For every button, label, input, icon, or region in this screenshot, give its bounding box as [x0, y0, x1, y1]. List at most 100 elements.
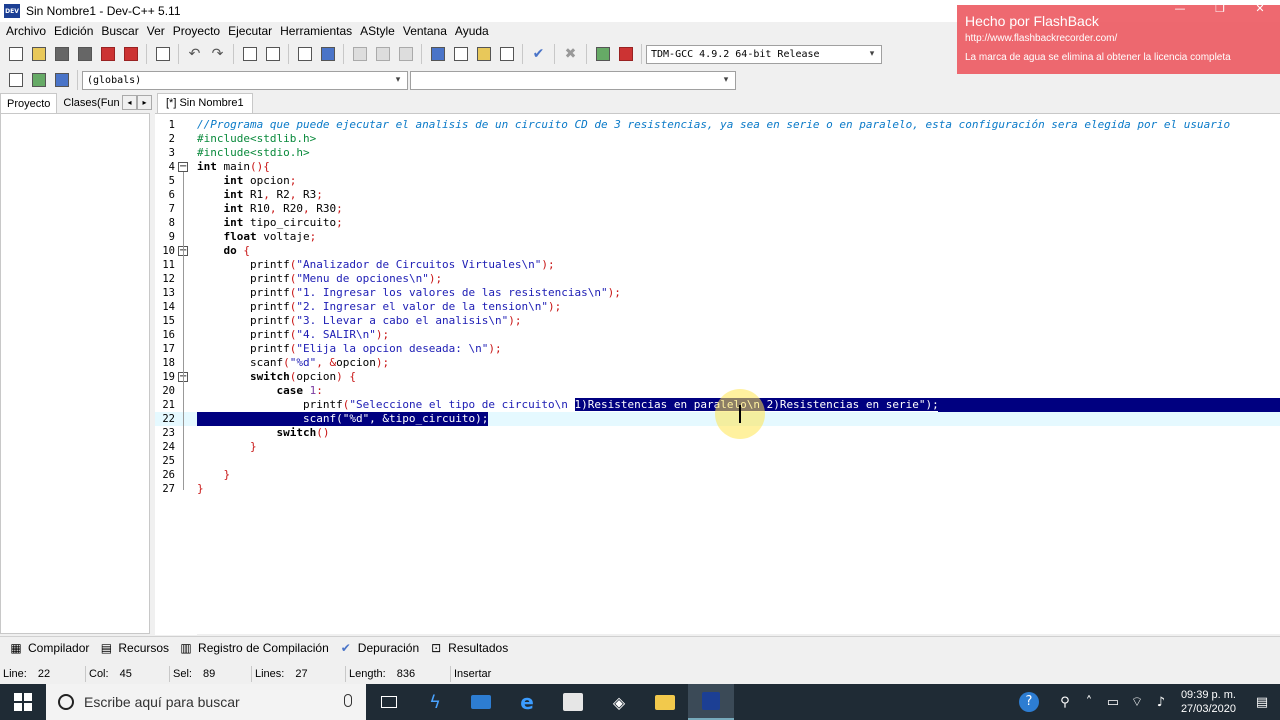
new-file-button[interactable] — [5, 43, 27, 65]
tab-resultados[interactable]: ⊡ Resultados — [424, 638, 513, 658]
code-line[interactable]: 20 case 1: — [155, 384, 1280, 398]
code-line[interactable]: 7 int R10, R20, R30; — [155, 202, 1280, 216]
network-icon[interactable]: ⌔ — [1125, 694, 1149, 710]
compile-button[interactable] — [427, 43, 449, 65]
menu-ayuda[interactable]: Ayuda — [451, 22, 493, 41]
taskbar-search[interactable]: Escribe aquí para buscar — [46, 684, 366, 720]
code-line[interactable]: 5 int opcion; — [155, 174, 1280, 188]
tab-proyecto[interactable]: Proyecto — [0, 93, 58, 113]
goto-definition-button[interactable] — [51, 69, 73, 91]
start-button[interactable] — [0, 684, 46, 720]
code-line[interactable]: 2 #include<stdlib.h> — [155, 132, 1280, 146]
code-line[interactable]: 8 int tipo_circuito; — [155, 216, 1280, 230]
tab-registro[interactable]: ▥ Registro de Compilación — [174, 638, 334, 658]
tab-compilador[interactable]: ▦ Compilador — [4, 638, 94, 658]
goto-button[interactable] — [317, 43, 339, 65]
task-view-button[interactable] — [366, 684, 412, 720]
clock[interactable]: 09:39 p. m. 27/03/2020 — [1173, 688, 1244, 716]
volume-icon[interactable]: ♪ — [1149, 695, 1173, 710]
toggle-bookmark-button[interactable] — [395, 43, 417, 65]
member-select[interactable]: ▾ — [410, 70, 736, 90]
line-number: 23 — [162, 427, 175, 439]
menu-astyle[interactable]: AStyle — [356, 22, 399, 41]
code-line[interactable]: 27} — [155, 482, 1280, 496]
redo-button[interactable]: ↷ — [207, 43, 229, 65]
goto-declaration-button[interactable] — [28, 69, 50, 91]
battery-icon[interactable]: ▭ — [1101, 695, 1125, 710]
app-flashback[interactable]: ϟ — [412, 684, 458, 720]
notifications-icon[interactable]: ▤ — [1244, 695, 1280, 710]
class-browser-button[interactable] — [5, 69, 27, 91]
save-button[interactable] — [51, 43, 73, 65]
app-mail[interactable] — [458, 684, 504, 720]
code-editor[interactable]: 1 //Programa que puede ejecutar el analis… — [155, 113, 1280, 635]
chevron-left-icon[interactable]: ◂ — [122, 95, 137, 110]
chevron-up-icon[interactable]: ˄ — [1077, 695, 1101, 710]
help-icon[interactable]: ? — [1018, 692, 1039, 712]
project-tree[interactable] — [0, 113, 150, 634]
code-line[interactable]: 18 scanf("%d", &opcion); — [155, 356, 1280, 370]
toggle-view-button[interactable] — [294, 43, 316, 65]
menu-ver[interactable]: Ver — [143, 22, 169, 41]
save-all-button[interactable] — [74, 43, 96, 65]
code-line[interactable]: 26 } — [155, 468, 1280, 482]
chevron-right-icon[interactable]: ▸ — [137, 95, 152, 110]
compile-run-button[interactable] — [473, 43, 495, 65]
app-dropbox[interactable]: ◈ — [596, 684, 642, 720]
unindent-button[interactable] — [372, 43, 394, 65]
menu-edicion[interactable]: Edición — [50, 22, 97, 41]
code-line[interactable]: 14 printf("2. Ingresar el valor de la te… — [155, 300, 1280, 314]
run-button[interactable] — [450, 43, 472, 65]
code-line[interactable]: 11 printf("Analizador de Circuitos Virtu… — [155, 258, 1280, 272]
indent-button[interactable] — [349, 43, 371, 65]
code-line[interactable]: 17 printf("Elija la opcion deseada: \n")… — [155, 342, 1280, 356]
find-button[interactable] — [239, 43, 261, 65]
scope-select[interactable]: (globals) ▾ — [82, 70, 408, 90]
undo-button[interactable]: ↶ — [184, 43, 206, 65]
stop-button[interactable]: ✖ — [560, 43, 582, 65]
maximize-icon[interactable]: ❐ — [1200, 2, 1240, 15]
close-file-button[interactable] — [97, 43, 119, 65]
people-icon[interactable]: ⚲ — [1053, 695, 1077, 710]
rebuild-button[interactable] — [496, 43, 518, 65]
menu-herramientas[interactable]: Herramientas — [276, 22, 356, 41]
code-line[interactable]: 10− do { — [155, 244, 1280, 258]
open-file-button[interactable] — [28, 43, 50, 65]
app-store[interactable] — [550, 684, 596, 720]
tab-sin-nombre1[interactable]: [*] Sin Nombre1 — [157, 93, 253, 113]
code-line[interactable]: 3 #include<stdio.h> — [155, 146, 1280, 160]
syntax-check-button[interactable]: ✔ — [528, 43, 550, 65]
tab-clases[interactable]: Clases(Fun — [57, 93, 125, 113]
code-line[interactable]: 15 printf("3. Llevar a cabo el analisis\… — [155, 314, 1280, 328]
menu-archivo[interactable]: Archivo — [2, 22, 50, 41]
compiler-select[interactable]: TDM-GCC 4.9.2 64-bit Release ▾ — [646, 44, 882, 64]
close-all-button[interactable] — [120, 43, 142, 65]
code-line[interactable]: 13 printf("1. Ingresar los valores de la… — [155, 286, 1280, 300]
menu-ventana[interactable]: Ventana — [399, 22, 451, 41]
app-explorer[interactable] — [642, 684, 688, 720]
code-line[interactable]: 12 printf("Menu de opciones\n"); — [155, 272, 1280, 286]
code-line[interactable]: 24 } — [155, 440, 1280, 454]
code-line[interactable]: 25 — [155, 454, 1280, 468]
code-line[interactable]: 6 int R1, R2, R3; — [155, 188, 1280, 202]
app-devcpp[interactable] — [688, 684, 734, 720]
app-edge[interactable]: e — [504, 684, 550, 720]
replace-button[interactable] — [262, 43, 284, 65]
tab-recursos[interactable]: ▤ Recursos — [94, 638, 174, 658]
profile-button[interactable] — [592, 43, 614, 65]
code-line[interactable]: 19− switch(opcion) { — [155, 370, 1280, 384]
debug-button[interactable] — [615, 43, 637, 65]
tab-depuracion[interactable]: ✔ Depuración — [334, 638, 424, 658]
menu-ejecutar[interactable]: Ejecutar — [224, 22, 276, 41]
code-line[interactable]: 1 //Programa que puede ejecutar el analis… — [155, 118, 1280, 132]
code-line[interactable]: 9 float voltaje; — [155, 230, 1280, 244]
code-line[interactable]: 23 switch() — [155, 426, 1280, 440]
minimize-icon[interactable]: — — [1160, 2, 1200, 15]
code-line[interactable]: 16 printf("4. SALIR\n"); — [155, 328, 1280, 342]
menu-buscar[interactable]: Buscar — [97, 22, 142, 41]
close-icon[interactable]: ✕ — [1240, 2, 1280, 15]
menu-proyecto[interactable]: Proyecto — [169, 22, 224, 41]
fold-toggle-icon[interactable]: − — [178, 162, 188, 172]
print-button[interactable] — [152, 43, 174, 65]
code-line[interactable]: 4− int main(){ — [155, 160, 1280, 174]
